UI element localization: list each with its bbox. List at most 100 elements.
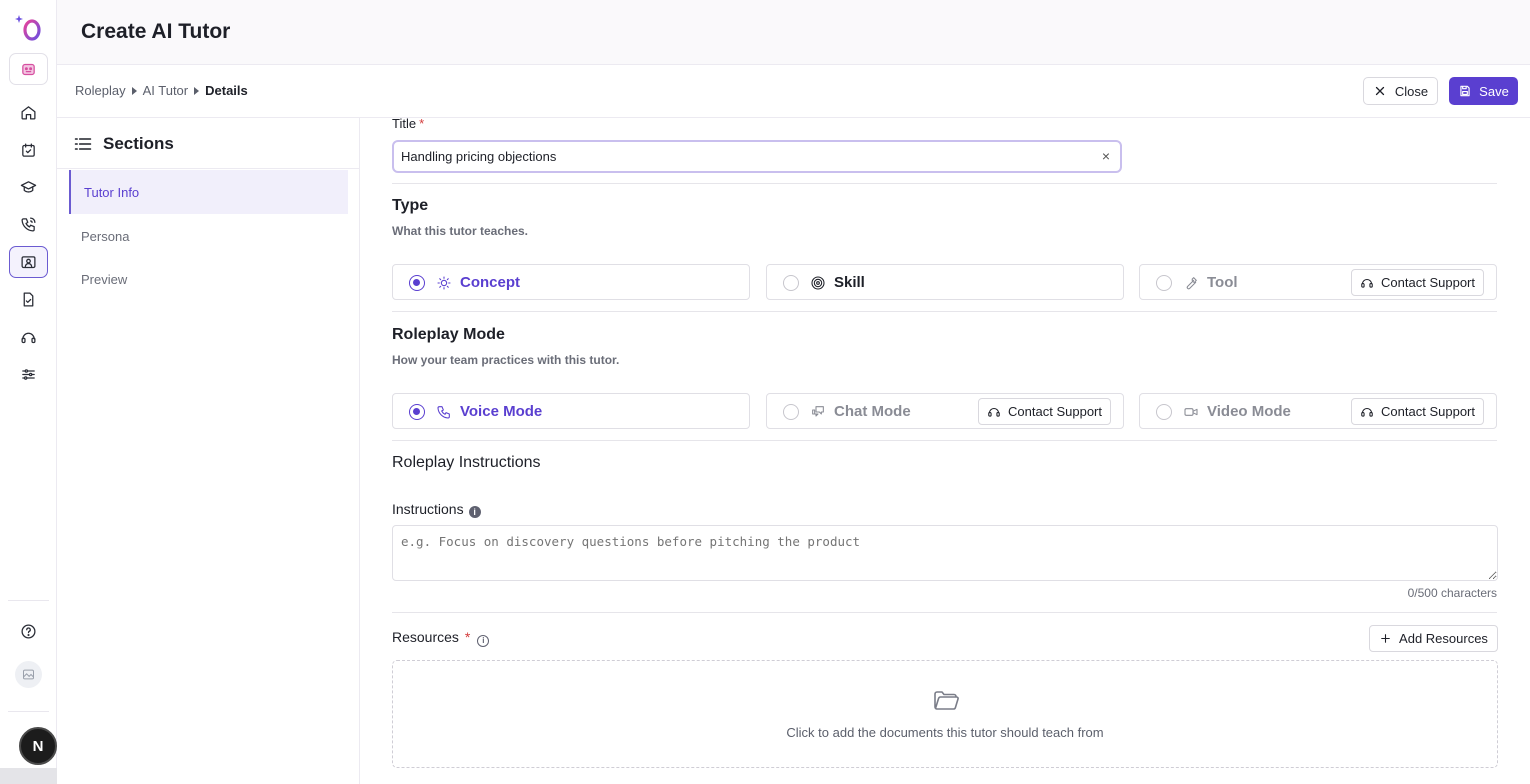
divider xyxy=(392,612,1497,613)
save-icon xyxy=(1460,85,1470,97)
list-icon xyxy=(74,138,92,150)
save-button-label: Save xyxy=(1479,83,1509,99)
roleplay-mode-heading: Roleplay Mode xyxy=(392,326,505,343)
add-resources-label: Add Resources xyxy=(1399,631,1488,646)
option-label: Video Mode xyxy=(1207,403,1291,420)
contact-support-button[interactable]: Contact Support xyxy=(978,398,1111,425)
contact-support-label: Contact Support xyxy=(1381,275,1475,290)
headset-icon xyxy=(1361,278,1373,288)
character-counter: 0/500 characters xyxy=(1407,586,1497,600)
section-item-persona[interactable]: Persona xyxy=(69,214,348,258)
info-icon[interactable]: i xyxy=(468,506,481,518)
instructions-label: Instructions i xyxy=(392,501,481,518)
breadcrumb-ai-tutor-link[interactable]: AI Tutor xyxy=(143,83,189,98)
radio-unselected[interactable] xyxy=(783,275,799,291)
bot-icon xyxy=(22,63,35,75)
mode-option-chat[interactable]: Chat Mode Contact Support xyxy=(766,393,1124,429)
close-icon xyxy=(1375,86,1385,96)
divider xyxy=(392,440,1497,441)
nav-roleplay-button[interactable] xyxy=(9,246,48,278)
contact-support-label: Contact Support xyxy=(1381,404,1475,419)
sections-divider xyxy=(57,168,359,169)
option-label: Chat Mode xyxy=(834,403,911,420)
close-button[interactable]: Close xyxy=(1363,77,1438,105)
video-icon xyxy=(1183,404,1199,420)
section-item-label: Preview xyxy=(81,271,128,287)
broken-image-icon xyxy=(23,669,34,680)
sliders-icon xyxy=(22,368,35,380)
divider xyxy=(392,311,1497,312)
resources-label-text: Resources xyxy=(392,629,459,645)
document-check-icon xyxy=(23,291,34,307)
nav-calls-button[interactable] xyxy=(9,208,48,240)
radio-selected[interactable] xyxy=(409,404,425,420)
target-icon xyxy=(810,275,826,291)
instructions-textarea[interactable] xyxy=(392,525,1498,581)
contact-support-label: Contact Support xyxy=(1008,404,1102,419)
contact-support-button[interactable]: Contact Support xyxy=(1351,269,1484,296)
breadcrumb-bar: Roleplay AI Tutor Details Close Save xyxy=(57,65,1530,118)
tutor-info-form: Title * Handling pricing objections × Typ… xyxy=(360,116,1530,784)
instructions-label-text: Instructions xyxy=(392,501,464,517)
nav-settings-button[interactable] xyxy=(9,358,48,390)
close-button-label: Close xyxy=(1394,83,1429,99)
headset-icon xyxy=(21,332,36,343)
title-input[interactable]: Handling pricing objections × xyxy=(392,140,1122,173)
headset-icon xyxy=(1361,407,1373,417)
home-icon xyxy=(21,105,36,120)
breadcrumb-current: Details xyxy=(205,83,248,98)
nav-reports-button[interactable] xyxy=(9,283,48,315)
icon-rail: N xyxy=(0,0,57,784)
page-title: Create AI Tutor xyxy=(81,20,231,43)
type-option-tool[interactable]: Tool Contact Support xyxy=(1139,264,1497,300)
option-label: Voice Mode xyxy=(460,403,543,420)
radio-disabled xyxy=(1156,275,1172,291)
headset-icon xyxy=(988,407,1000,417)
clear-icon[interactable]: × xyxy=(1102,148,1110,164)
sections-heading-label: Sections xyxy=(103,134,174,153)
divider xyxy=(392,183,1497,184)
user-avatar-image[interactable] xyxy=(15,661,42,688)
rail-bottom-strip xyxy=(0,768,57,784)
plus-icon xyxy=(1381,634,1390,643)
title-label: Title * xyxy=(392,116,424,131)
mode-option-video[interactable]: Video Mode Contact Support xyxy=(1139,393,1497,429)
option-label: Skill xyxy=(834,274,865,291)
add-resources-button[interactable]: Add Resources xyxy=(1369,625,1498,652)
radio-disabled xyxy=(1156,404,1172,420)
type-heading: Type xyxy=(392,197,429,214)
radio-selected[interactable] xyxy=(409,275,425,291)
required-mark: * xyxy=(464,629,471,645)
phone-icon xyxy=(436,404,452,420)
breadcrumb-roleplay-link[interactable]: Roleplay xyxy=(75,83,126,98)
mode-option-voice[interactable]: Voice Mode xyxy=(392,393,750,429)
section-item-preview[interactable]: Preview xyxy=(69,257,348,301)
nav-support-button[interactable] xyxy=(9,321,48,353)
user-initial-avatar[interactable]: N xyxy=(19,727,57,765)
title-input-value: Handling pricing objections xyxy=(401,149,557,164)
nav-calendar-button[interactable] xyxy=(9,134,48,166)
type-option-skill[interactable]: Skill xyxy=(766,264,1124,300)
resources-dropzone[interactable]: Click to add the documents this tutor sh… xyxy=(392,660,1498,768)
nav-home-button[interactable] xyxy=(9,96,48,128)
info-icon[interactable]: i xyxy=(477,634,490,647)
folder-icon xyxy=(934,691,959,710)
help-circle-icon xyxy=(21,623,36,639)
sections-panel: Sections Tutor Info Persona Preview xyxy=(57,118,360,784)
app-logo-icon[interactable] xyxy=(14,12,44,42)
top-bar: Create AI Tutor xyxy=(57,0,1530,65)
nav-help-button[interactable] xyxy=(9,615,48,647)
wrench-icon xyxy=(1183,275,1199,291)
graduation-cap-icon xyxy=(20,180,37,193)
option-label: Concept xyxy=(460,274,520,291)
lightbulb-icon xyxy=(436,275,452,291)
dropzone-text: Click to add the documents this tutor sh… xyxy=(786,725,1104,740)
chat-icon xyxy=(810,404,826,420)
type-option-concept[interactable]: Concept xyxy=(392,264,750,300)
save-button[interactable]: Save xyxy=(1449,77,1518,105)
nav-tutor-app-button[interactable] xyxy=(9,53,48,85)
option-label: Tool xyxy=(1207,274,1238,291)
nav-learning-button[interactable] xyxy=(9,171,48,203)
section-item-tutor-info[interactable]: Tutor Info xyxy=(69,170,348,214)
contact-support-button[interactable]: Contact Support xyxy=(1351,398,1484,425)
